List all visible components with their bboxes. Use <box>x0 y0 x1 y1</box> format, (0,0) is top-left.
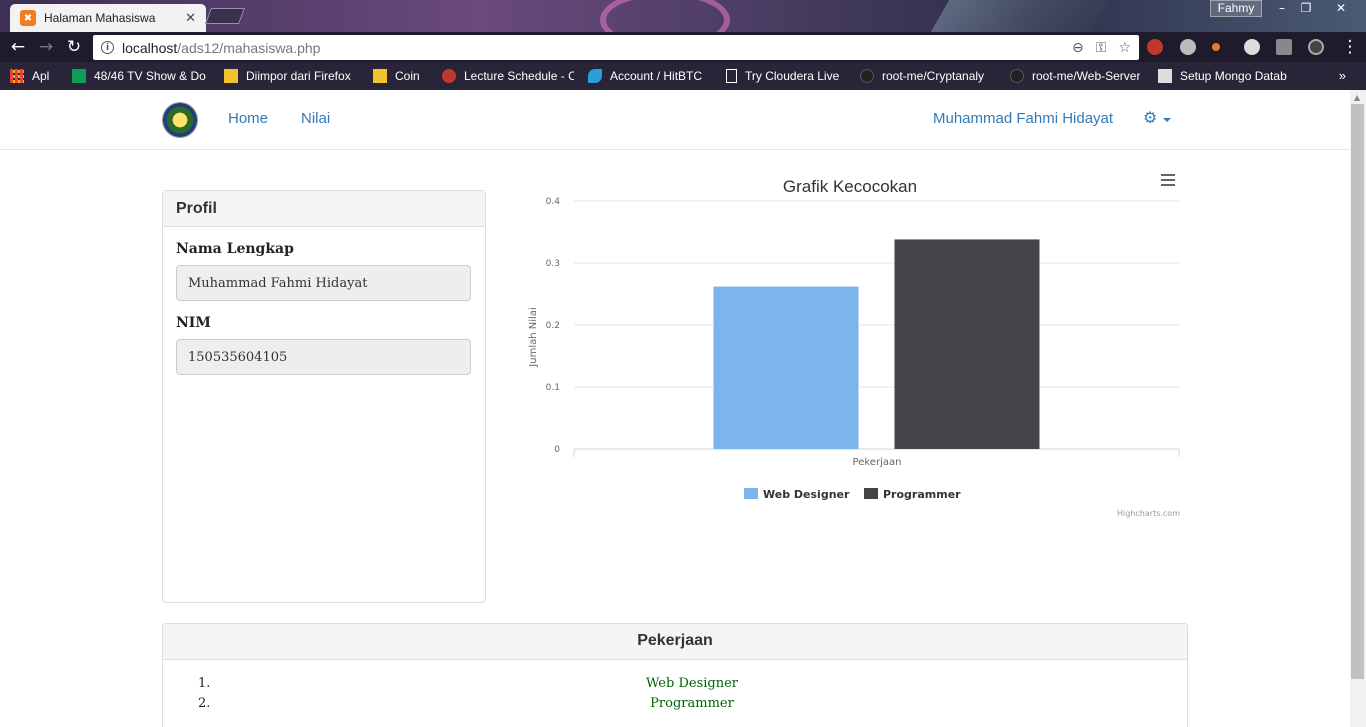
browser-toolbar: ← → ↻ i localhost/ads12/mahasiswa.php ⊖ … <box>0 32 1366 62</box>
chart-credits[interactable]: Highcharts.com <box>1117 509 1180 518</box>
chart-menu-icon[interactable] <box>1161 174 1175 186</box>
y-axis-title: Jumlah Nilai <box>528 307 539 367</box>
bar-web-designer[interactable] <box>713 286 859 449</box>
legend-label: Web Designer <box>763 488 850 501</box>
xampp-icon: ✖ <box>20 10 36 26</box>
apple-icon <box>442 69 456 83</box>
extension-icon[interactable] <box>1308 39 1324 55</box>
forward-icon[interactable]: → <box>32 33 60 61</box>
y-tick-label: 0.2 <box>546 321 560 331</box>
sheets-icon <box>72 69 86 83</box>
list-item-label: Web Designer <box>646 676 738 691</box>
bookmark-item[interactable]: Diimpor dari Firefox <box>224 69 359 83</box>
extension-icon[interactable] <box>1276 39 1292 55</box>
y-tick-label: 0 <box>554 445 560 455</box>
new-tab-button[interactable] <box>205 8 245 24</box>
y-tick-label: 0.1 <box>546 383 560 393</box>
nav-user-link[interactable]: Muhammad Fahmi Hidayat <box>933 110 1113 127</box>
pekerjaan-panel-title: Pekerjaan <box>163 624 1187 660</box>
bookmark-item[interactable]: Apl <box>10 69 58 83</box>
site-navbar: Home Nilai Muhammad Fahmi Hidayat ⚙ <box>0 90 1350 150</box>
nama-lengkap-label: Nama Lengkap <box>176 241 294 257</box>
nama-lengkap-field[interactable]: Muhammad Fahmi Hidayat <box>176 265 471 301</box>
gear-icon[interactable]: ⚙ <box>1143 108 1157 128</box>
bookmarks-bar: Apl 48/46 TV Show & Do Diimpor dari Fire… <box>0 62 1366 90</box>
scroll-up-icon[interactable]: ▲ <box>1354 93 1360 102</box>
bookmark-item[interactable]: Try Cloudera Live <box>726 69 846 83</box>
github-icon <box>860 69 874 83</box>
bookmark-item[interactable]: root-me/Cryptanaly <box>860 69 996 83</box>
browser-tab[interactable]: ✖ Halaman Mahasiswa ✕ <box>10 4 206 32</box>
close-tab-icon[interactable]: ✕ <box>185 11 196 26</box>
bookmark-item[interactable]: Account / HitBTC <box>588 69 712 83</box>
bookmark-item[interactable]: Setup Mongo Datab <box>1158 69 1298 83</box>
wallpaper-decoration <box>930 0 1110 32</box>
url-text[interactable]: localhost/ads12/mahasiswa.php <box>122 40 1060 56</box>
chevron-down-icon[interactable] <box>1163 118 1171 122</box>
university-logo-icon[interactable] <box>162 102 198 138</box>
page-icon <box>1158 69 1172 83</box>
list-item: 1. Web Designer <box>163 676 1189 696</box>
list-item: 2. Programmer <box>163 696 1189 716</box>
menu-icon[interactable]: ⋮ <box>1336 33 1364 61</box>
nav-home-link[interactable]: Home <box>228 110 268 127</box>
vertical-scrollbar[interactable]: ▲ <box>1350 90 1366 727</box>
extension-icon[interactable] <box>1244 39 1260 55</box>
bookmark-item[interactable]: Coin <box>373 69 428 83</box>
y-tick-label: 0.3 <box>546 259 560 269</box>
list-item-label: Programmer <box>650 696 734 711</box>
legend-item-web-designer[interactable]: Web Designer <box>744 488 850 501</box>
page-viewport: Home Nilai Muhammad Fahmi Hidayat ⚙ Prof… <box>0 90 1350 727</box>
chart-container: Grafik Kecocokan 0 0.1 0.2 0.3 0.4 Jumlah Ni… <box>515 170 1195 550</box>
adblock-icon[interactable] <box>1147 39 1163 55</box>
more-bookmarks-icon[interactable]: » <box>1339 68 1346 83</box>
star-icon[interactable]: ☆ <box>1118 40 1131 56</box>
minimize-icon[interactable]: – <box>1270 0 1294 17</box>
bookmark-item[interactable]: Lecture Schedule - C <box>442 69 574 83</box>
extension-icon[interactable] <box>1212 43 1220 51</box>
close-window-icon[interactable]: ✕ <box>1318 0 1364 17</box>
browser-titlebar: ✖ Halaman Mahasiswa ✕ Fahmy – ❐ ✕ <box>0 0 1366 50</box>
bar-chart: Grafik Kecocokan 0 0.1 0.2 0.3 0.4 Jumlah Ni… <box>528 174 1180 518</box>
bookmark-item[interactable]: 48/46 TV Show & Do <box>72 69 210 83</box>
zoom-icon[interactable]: ⊖ <box>1072 40 1084 56</box>
folder-icon <box>224 69 238 83</box>
address-bar[interactable]: i localhost/ads12/mahasiswa.php ⊖ ⚿ ☆ <box>93 35 1139 60</box>
extension-icon[interactable] <box>1180 39 1196 55</box>
nim-label: NIM <box>176 315 211 331</box>
maximize-icon[interactable]: ❐ <box>1294 0 1318 17</box>
tab-title: Halaman Mahasiswa <box>44 11 156 25</box>
legend-label: Programmer <box>883 488 961 501</box>
reload-icon[interactable]: ↻ <box>60 33 88 61</box>
folder-icon <box>373 69 387 83</box>
legend-item-programmer[interactable]: Programmer <box>864 488 961 501</box>
pekerjaan-panel: Pekerjaan 1. Web Designer 2. Programmer <box>162 623 1188 727</box>
back-icon[interactable]: ← <box>4 33 32 61</box>
chart-title: Grafik Kecocokan <box>783 177 917 196</box>
y-tick-label: 0.4 <box>546 197 561 207</box>
key-icon[interactable]: ⚿ <box>1096 40 1107 56</box>
scrollbar-thumb[interactable] <box>1351 104 1364 679</box>
github-icon <box>1010 69 1024 83</box>
nim-field[interactable]: 150535604105 <box>176 339 471 375</box>
info-icon[interactable]: i <box>101 41 114 54</box>
bar-programmer[interactable] <box>894 239 1040 449</box>
apps-grid-icon <box>10 69 24 83</box>
fish-icon <box>588 69 602 83</box>
x-category-label: Pekerjaan <box>853 457 902 468</box>
profil-panel-title: Profil <box>163 191 485 227</box>
profil-panel: Profil Nama Lengkap Muhammad Fahmi Hiday… <box>162 190 486 603</box>
page-icon <box>726 69 737 83</box>
nav-nilai-link[interactable]: Nilai <box>301 110 330 127</box>
profile-button[interactable]: Fahmy <box>1210 0 1262 17</box>
bookmark-item[interactable]: root-me/Web-Server <box>1010 69 1144 83</box>
